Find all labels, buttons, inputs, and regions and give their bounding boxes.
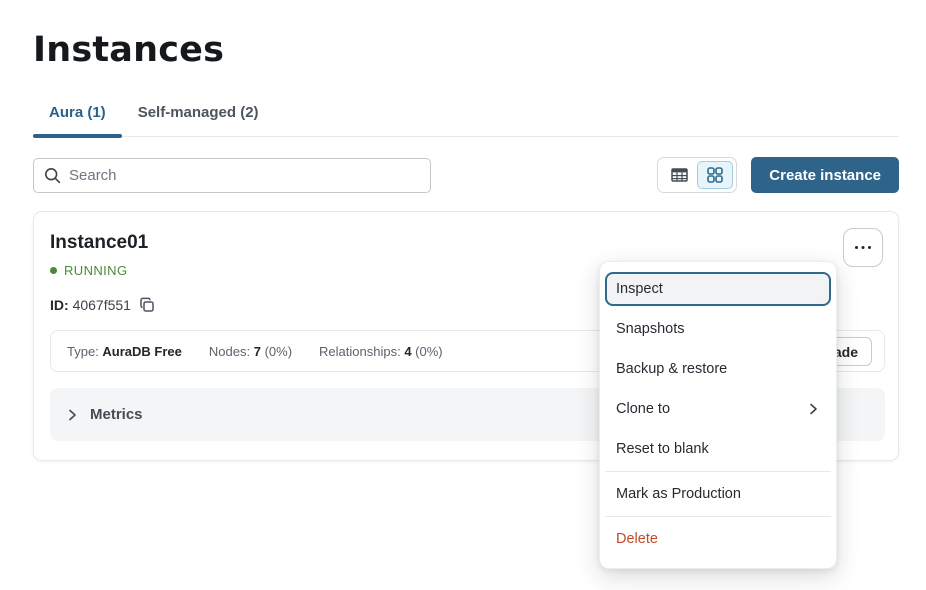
menu-item-inspect[interactable]: Inspect <box>605 272 831 306</box>
menu-item-backup-restore[interactable]: Backup & restore <box>600 349 836 389</box>
table-view-icon <box>671 168 688 182</box>
menu-item-clone-to[interactable]: Clone to <box>600 389 836 429</box>
chevron-right-icon <box>65 408 79 422</box>
search-box[interactable] <box>33 158 431 193</box>
table-view-button[interactable] <box>661 161 697 189</box>
id-value: 4067f551 <box>73 297 131 313</box>
copy-id-button[interactable] <box>139 297 155 313</box>
detail-type: Type: AuraDB Free <box>67 344 182 359</box>
menu-divider <box>605 471 831 472</box>
search-icon <box>44 167 61 184</box>
instance-actions-menu: Inspect Snapshots Backup & restore Clone… <box>599 261 837 569</box>
id-label: ID: <box>50 297 69 313</box>
menu-item-mark-as-production[interactable]: Mark as Production <box>600 474 836 514</box>
search-input[interactable] <box>69 167 420 184</box>
chevron-right-icon <box>806 402 820 416</box>
more-actions-button[interactable] <box>843 228 883 267</box>
toolbar-right: Create instance <box>657 157 899 193</box>
grid-view-icon <box>707 167 723 183</box>
detail-relationships: Relationships: 4 (0%) <box>319 344 443 359</box>
page-title: Instances <box>33 30 899 70</box>
copy-icon <box>139 297 155 313</box>
menu-item-delete[interactable]: Delete <box>600 519 836 559</box>
instance-name: Instance01 <box>50 232 885 254</box>
create-instance-button[interactable]: Create instance <box>751 157 899 193</box>
status-badge: RUNNING <box>64 263 127 278</box>
tab-self-managed[interactable]: Self-managed (2) <box>122 94 275 136</box>
grid-view-button[interactable] <box>697 161 733 189</box>
view-toggle <box>657 157 737 193</box>
detail-nodes: Nodes: 7 (0%) <box>209 344 292 359</box>
metrics-label: Metrics <box>90 406 143 423</box>
ellipsis-icon <box>854 245 872 250</box>
tab-aura[interactable]: Aura (1) <box>33 94 122 136</box>
menu-item-snapshots[interactable]: Snapshots <box>600 309 836 349</box>
menu-item-reset-to-blank[interactable]: Reset to blank <box>600 429 836 469</box>
toolbar: Create instance <box>33 157 899 193</box>
tab-bar: Aura (1) Self-managed (2) <box>33 94 899 137</box>
menu-divider <box>605 516 831 517</box>
status-dot-icon <box>50 267 57 274</box>
